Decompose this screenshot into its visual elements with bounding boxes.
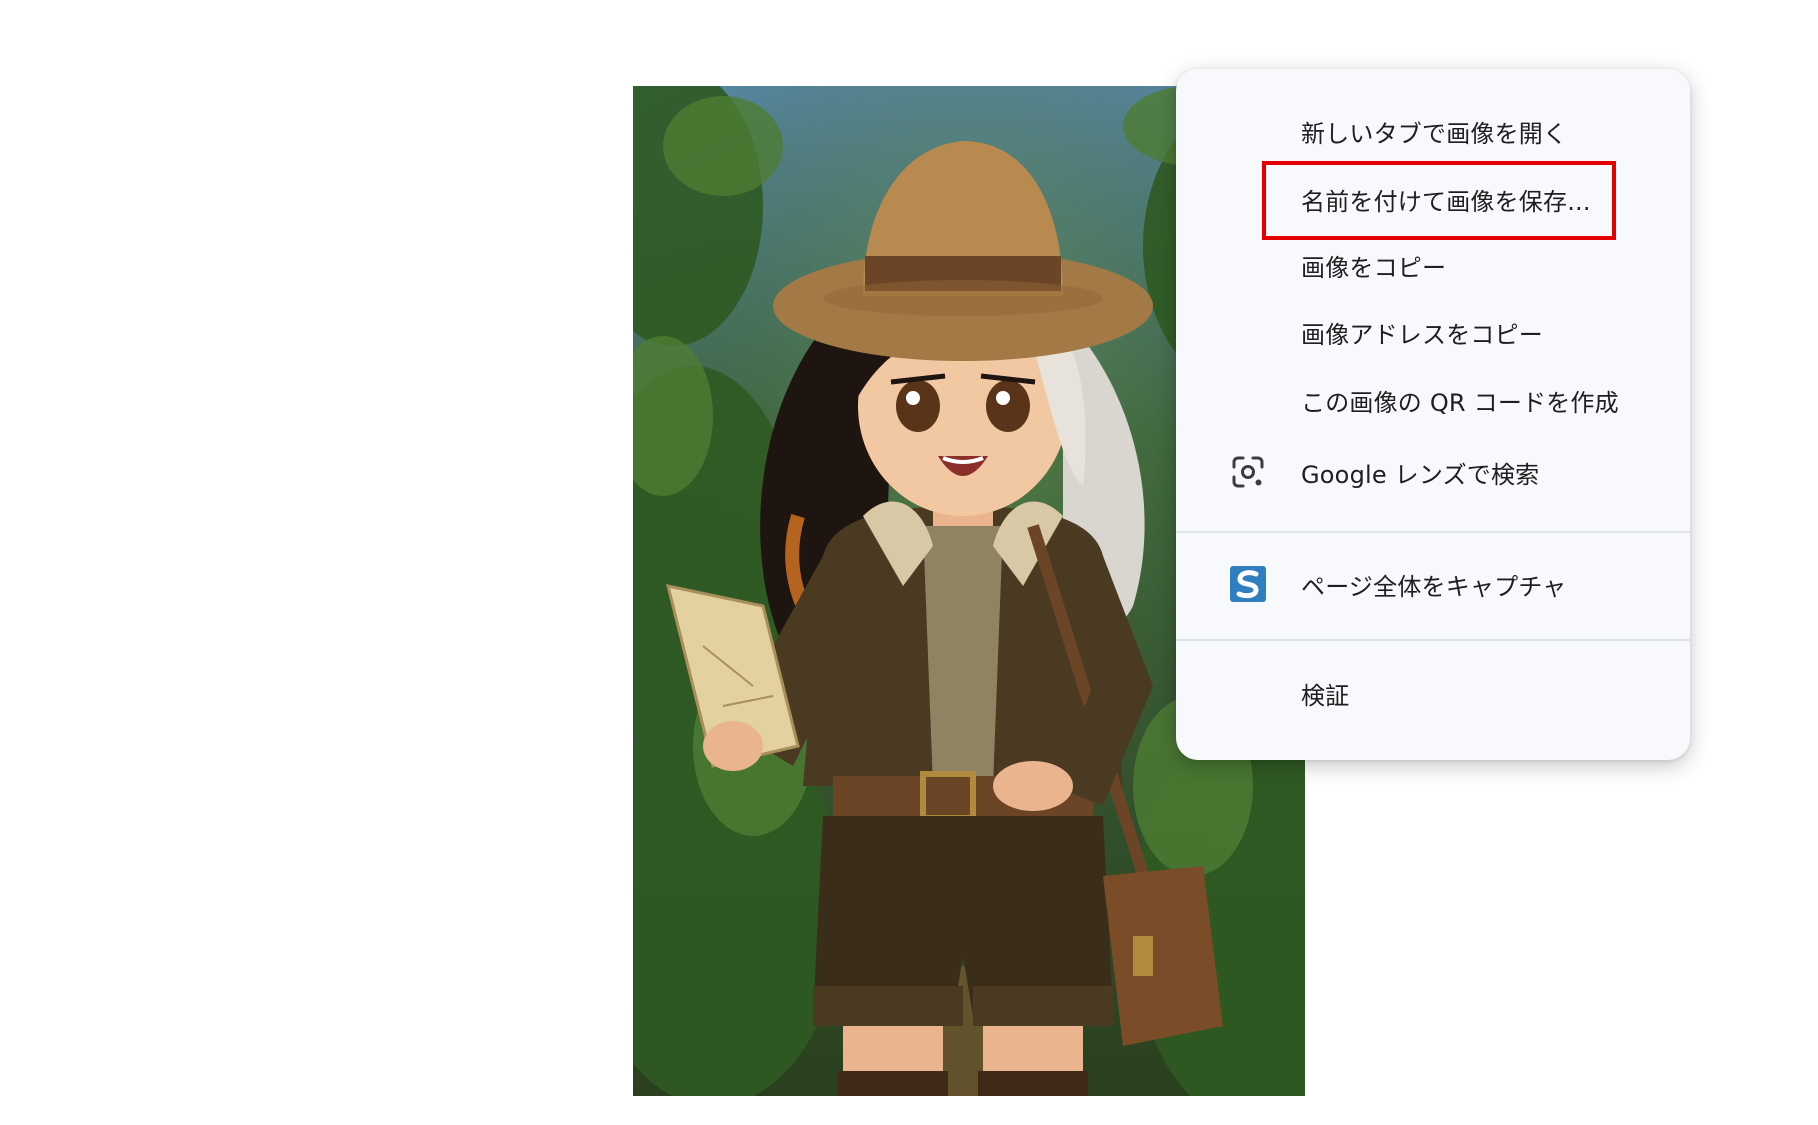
google-lens-icon: [1228, 452, 1268, 492]
menu-item-label: この画像の QR コードを作成: [1301, 388, 1619, 417]
menu-separator: [1176, 531, 1690, 533]
menu-item-google-lens-search[interactable]: Google レンズで検索: [1176, 444, 1690, 500]
menu-item-open-image-new-tab[interactable]: 新しいタブで画像を開く: [1176, 103, 1690, 159]
context-menu: 新しいタブで画像を開く 名前を付けて画像を保存... 画像をコピー 画像アドレス…: [1176, 69, 1690, 760]
menu-item-label: ページ全体をキャプチャ: [1301, 572, 1567, 601]
menu-item-label: 新しいタブで画像を開く: [1301, 119, 1568, 148]
menu-item-label: 名前を付けて画像を保存...: [1301, 187, 1591, 216]
menu-item-copy-image-address[interactable]: 画像アドレスをコピー: [1176, 304, 1690, 360]
menu-item-label: 画像をコピー: [1301, 253, 1447, 282]
capture-extension-icon: [1228, 564, 1268, 604]
menu-item-label: Google レンズで検索: [1301, 460, 1540, 489]
menu-item-label: 検証: [1301, 681, 1350, 710]
menu-item-capture-full-page[interactable]: ページ全体をキャプチャ: [1176, 556, 1690, 612]
browser-page: 新しいタブで画像を開く 名前を付けて画像を保存... 画像をコピー 画像アドレス…: [0, 0, 1818, 1125]
menu-item-save-image-as[interactable]: 名前を付けて画像を保存...: [1176, 171, 1690, 227]
menu-item-copy-image[interactable]: 画像をコピー: [1176, 237, 1690, 293]
menu-item-inspect[interactable]: 検証: [1176, 665, 1690, 721]
menu-item-create-qr-code[interactable]: この画像の QR コードを作成: [1176, 372, 1690, 428]
menu-separator: [1176, 639, 1690, 641]
menu-item-label: 画像アドレスをコピー: [1301, 320, 1543, 349]
